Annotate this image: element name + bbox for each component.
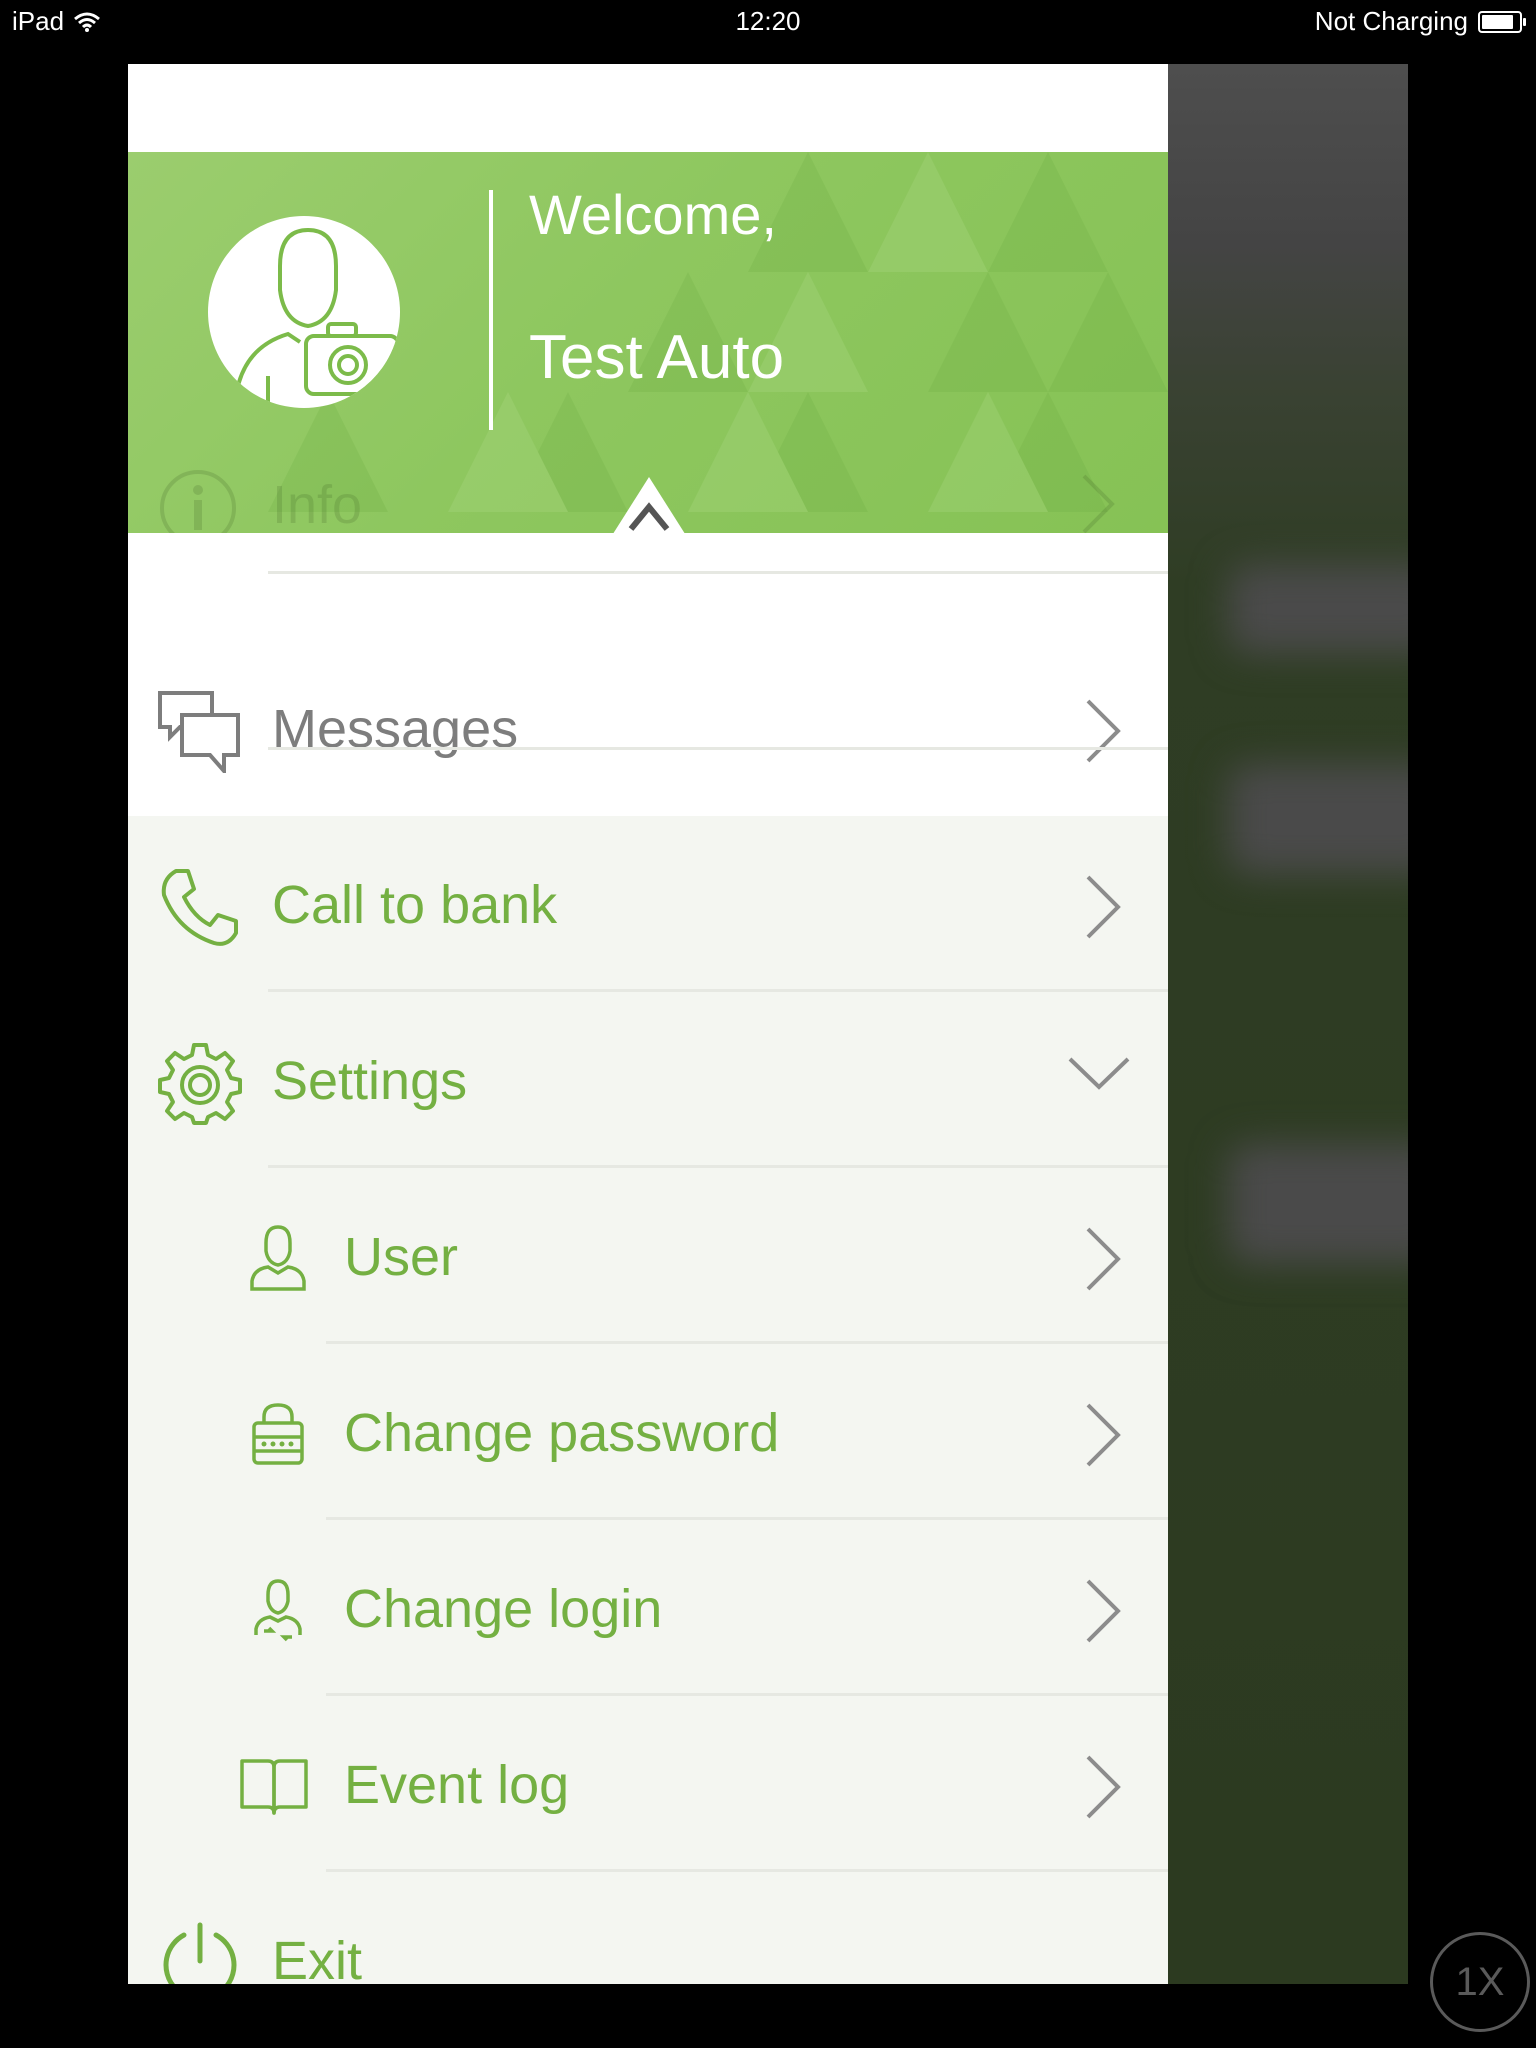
drawer-top-spacer — [128, 64, 1168, 152]
info-label: Info — [272, 475, 363, 533]
gear-icon — [158, 1043, 242, 1125]
chevron-down-icon — [1068, 1057, 1130, 1090]
app-window: Welcome, Test Auto Info Messages Call to… — [128, 64, 1408, 1984]
user-swap-icon — [254, 1579, 302, 1642]
change-password-label: Change password — [344, 1403, 780, 1463]
user-camera-icon — [236, 227, 400, 408]
speed-badge[interactable]: 1X — [1430, 1932, 1530, 2032]
separator — [326, 1341, 1168, 1344]
charging-status: Not Charging — [1314, 6, 1468, 36]
menu-item-change-login[interactable]: Change login — [128, 1521, 1168, 1697]
menu-item-exit[interactable]: Exit — [128, 1873, 1168, 1984]
clock: 12:20 — [735, 6, 801, 36]
separator — [268, 747, 1168, 750]
user-name: Test Auto — [529, 323, 785, 392]
welcome-text: Welcome, — [529, 183, 777, 246]
avatar[interactable] — [208, 216, 400, 408]
chevron-right-icon — [1086, 1403, 1121, 1467]
side-menu: Welcome, Test Auto Info Messages Call to… — [128, 64, 1168, 1984]
user-icon — [250, 1225, 306, 1291]
chevron-right-icon — [1086, 1579, 1121, 1643]
menu-item-user[interactable]: User — [128, 1169, 1168, 1345]
power-icon — [163, 1922, 237, 1984]
chevron-right-icon — [1086, 1755, 1121, 1819]
settings-label: Settings — [272, 1051, 468, 1111]
header-divider — [489, 190, 493, 430]
info-icon — [160, 470, 236, 533]
chat-bubbles-icon — [158, 691, 240, 773]
menu-item-event-log[interactable]: Event log — [128, 1697, 1168, 1873]
menu-item-change-password[interactable]: Change password — [128, 1345, 1168, 1521]
event-log-label: Event log — [344, 1755, 570, 1815]
phone-icon — [161, 869, 238, 946]
menu-item-settings[interactable]: Settings — [128, 993, 1168, 1169]
call-to-bank-label: Call to bank — [272, 875, 558, 935]
user-label: User — [344, 1227, 459, 1287]
profile-header: Welcome, Test Auto Info — [128, 152, 1168, 533]
chevron-right-icon — [1086, 875, 1121, 939]
exit-label: Exit — [272, 1931, 363, 1984]
chevron-right-icon — [1086, 699, 1121, 763]
background-content[interactable] — [1168, 64, 1408, 1984]
separator — [268, 571, 1168, 574]
book-icon — [240, 1759, 308, 1815]
separator — [268, 1165, 1168, 1168]
messages-label: Messages — [272, 699, 519, 759]
change-login-label: Change login — [344, 1579, 663, 1639]
separator — [326, 1869, 1168, 1872]
separator — [268, 989, 1168, 992]
status-bar: iPad 12:20 Not Charging — [0, 0, 1536, 44]
collapse-header-button[interactable] — [611, 477, 687, 533]
battery-icon — [1478, 10, 1526, 33]
menu-item-call-to-bank[interactable]: Call to bank — [128, 817, 1168, 993]
chevron-right-icon — [1086, 1227, 1121, 1291]
separator — [326, 1517, 1168, 1520]
lock-icon — [252, 1403, 304, 1465]
separator — [326, 1693, 1168, 1696]
menu-item-messages[interactable]: Messages — [128, 641, 1168, 817]
chevron-right-icon — [1082, 474, 1115, 533]
